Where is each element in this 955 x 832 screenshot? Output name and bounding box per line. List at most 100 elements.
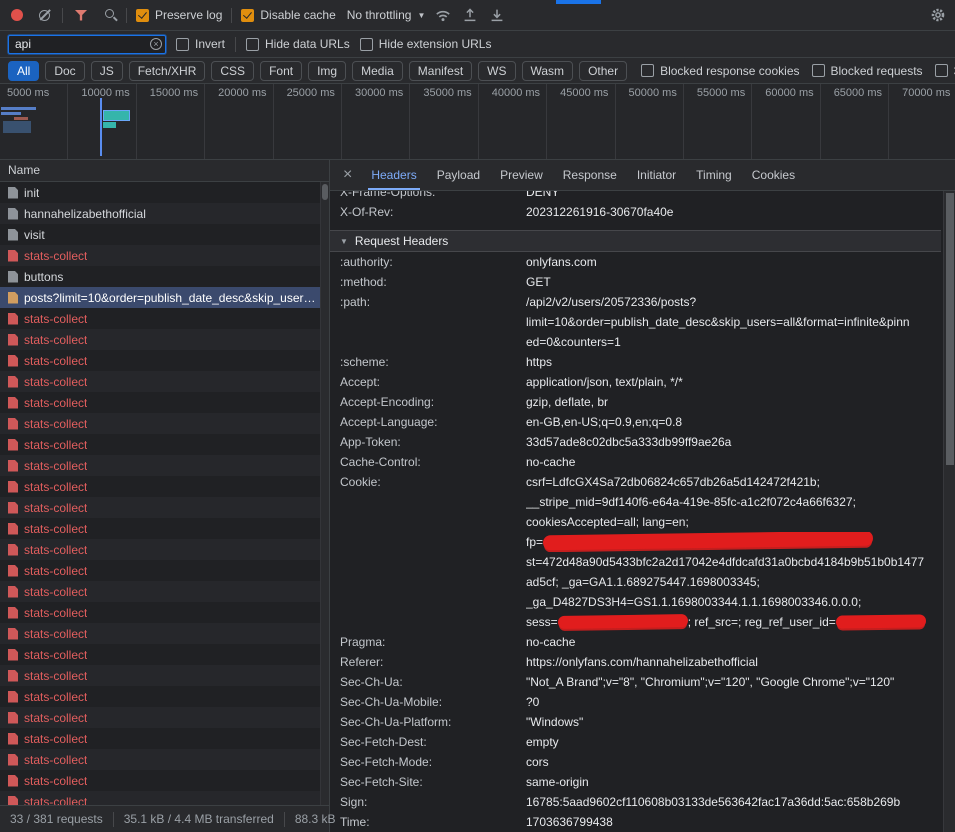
file-icon	[8, 292, 18, 304]
type-filter-manifest[interactable]: Manifest	[409, 61, 472, 81]
checkbox-unchecked-icon	[176, 38, 189, 51]
header-row: Sec-Ch-Ua-Platform:"Windows"	[330, 712, 941, 732]
hide-extension-urls-checkbox[interactable]: Hide extension URLs	[360, 37, 492, 51]
request-row[interactable]: stats-collect	[0, 623, 329, 644]
record-button[interactable]	[8, 6, 26, 24]
request-row[interactable]: stats-collect	[0, 665, 329, 686]
detail-scrollbar[interactable]	[943, 191, 955, 832]
header-row: Accept:application/json, text/plain, */*	[330, 372, 941, 392]
request-label: stats-collect	[24, 543, 87, 557]
hide-data-urls-checkbox[interactable]: Hide data URLs	[246, 37, 350, 51]
filter-button[interactable]	[72, 6, 90, 24]
search-button[interactable]	[99, 6, 117, 24]
header-name: Sec-Ch-Ua-Platform:	[340, 712, 526, 732]
header-row: Sec-Fetch-Site:same-origin	[330, 772, 941, 792]
request-row[interactable]: stats-collect	[0, 602, 329, 623]
request-row[interactable]: stats-collect	[0, 770, 329, 791]
type-filter-all[interactable]: All	[8, 61, 39, 81]
tab-response[interactable]: Response	[553, 160, 627, 190]
clear-filter-icon[interactable]: ×	[150, 38, 162, 50]
header-row: Sec-Fetch-Mode:cors	[330, 752, 941, 772]
file-icon	[8, 565, 18, 577]
request-row[interactable]: stats-collect	[0, 392, 329, 413]
request-row[interactable]: stats-collect	[0, 644, 329, 665]
file-icon	[8, 733, 18, 745]
request-label: stats-collect	[24, 522, 87, 536]
type-filter-chips: All Doc JS Fetch/XHRCSS Font Img Media Manifest…	[8, 61, 627, 81]
request-list-scrollbar[interactable]	[320, 182, 329, 805]
request-row[interactable]: stats-collect	[0, 686, 329, 707]
preserve-log-checkbox[interactable]: Preserve log	[136, 8, 222, 22]
request-row[interactable]: stats-collect	[0, 308, 329, 329]
tab-preview[interactable]: Preview	[490, 160, 553, 190]
request-headers-section[interactable]: ▼Request Headers	[330, 230, 941, 252]
request-row[interactable]: stats-collect	[0, 245, 329, 266]
request-row[interactable]: hannahelizabethofficial	[0, 203, 329, 224]
request-row[interactable]: posts?limit=10&order=publish_date_desc&s…	[0, 287, 329, 308]
header-value-line: csrf=LdfcGX4Sa72db06824c657db26a5d142472…	[526, 472, 941, 492]
request-row[interactable]: buttons	[0, 266, 329, 287]
tab-cookies[interactable]: Cookies	[742, 160, 805, 190]
type-filter-ws[interactable]: WS	[478, 61, 515, 81]
type-filter-font[interactable]: Font	[260, 61, 302, 81]
request-row[interactable]: stats-collect	[0, 707, 329, 728]
checkbox-checked-icon	[136, 9, 149, 22]
scrollbar-thumb[interactable]	[322, 184, 328, 200]
export-har-button[interactable]	[488, 6, 506, 24]
import-har-button[interactable]	[461, 6, 479, 24]
request-row[interactable]: stats-collect	[0, 434, 329, 455]
request-label: visit	[24, 228, 45, 242]
request-row[interactable]: stats-collect	[0, 518, 329, 539]
request-row[interactable]: visit	[0, 224, 329, 245]
request-row[interactable]: stats-collect	[0, 329, 329, 350]
request-row[interactable]: init	[0, 182, 329, 203]
header-row: Cookie:csrf=LdfcGX4Sa72db06824c657db26a5…	[330, 472, 941, 632]
file-icon	[8, 628, 18, 640]
type-filter-wasm[interactable]: Wasm	[522, 61, 574, 81]
header-name: :scheme:	[340, 352, 526, 372]
checkbox-3rd-party-requests[interactable]: 3rd-party requests	[935, 64, 955, 78]
request-label: stats-collect	[24, 417, 87, 431]
type-filter-js[interactable]: JS	[91, 61, 123, 81]
tab-timing[interactable]: Timing	[686, 160, 742, 190]
request-row[interactable]: stats-collect	[0, 413, 329, 434]
name-column-header[interactable]: Name	[0, 160, 329, 182]
request-row[interactable]: stats-collect	[0, 749, 329, 770]
invert-checkbox[interactable]: Invert	[176, 37, 225, 51]
filter-input[interactable]	[8, 35, 166, 54]
checkbox-blocked-requests[interactable]: Blocked requests	[812, 64, 923, 78]
waterfall-overview[interactable]: 5000 ms10000 ms15000 ms20000 ms25000 ms3…	[0, 84, 955, 160]
throttling-dropdown[interactable]: No throttling ▼	[347, 8, 426, 22]
type-filter-other[interactable]: Other	[579, 61, 627, 81]
checkbox-blocked-response-cookies[interactable]: Blocked response cookies	[641, 64, 799, 78]
request-row[interactable]: stats-collect	[0, 581, 329, 602]
request-row[interactable]: stats-collect	[0, 371, 329, 392]
request-row[interactable]: stats-collect	[0, 539, 329, 560]
request-row[interactable]: stats-collect	[0, 560, 329, 581]
request-row[interactable]: stats-collect	[0, 350, 329, 371]
request-row[interactable]: stats-collect	[0, 476, 329, 497]
type-filter-fetch-xhr[interactable]: Fetch/XHR	[129, 61, 206, 81]
settings-button[interactable]	[929, 6, 947, 24]
request-row[interactable]: stats-collect	[0, 791, 329, 805]
type-filter-img[interactable]: Img	[308, 61, 346, 81]
header-row: Accept-Language:en-GB,en-US;q=0.9,en;q=0…	[330, 412, 941, 432]
close-icon[interactable]: ×	[334, 166, 361, 184]
request-row[interactable]: stats-collect	[0, 497, 329, 518]
requests-count: 33 / 381 requests	[0, 812, 114, 827]
scrollbar-thumb[interactable]	[946, 193, 954, 465]
request-row[interactable]: stats-collect	[0, 728, 329, 749]
type-filter-doc[interactable]: Doc	[45, 61, 84, 81]
type-filter-css[interactable]: CSS	[211, 61, 254, 81]
clear-network-log-button[interactable]	[35, 6, 53, 24]
file-icon	[8, 670, 18, 682]
type-filter-media[interactable]: Media	[352, 61, 403, 81]
request-row[interactable]: stats-collect	[0, 455, 329, 476]
file-icon	[8, 187, 18, 199]
disable-cache-checkbox[interactable]: Disable cache	[241, 8, 335, 22]
header-row: Sec-Ch-Ua:"Not_A Brand";v="8", "Chromium…	[330, 672, 941, 692]
network-conditions-button[interactable]	[434, 6, 452, 24]
tab-headers[interactable]: Headers	[361, 160, 426, 190]
tab-initiator[interactable]: Initiator	[627, 160, 686, 190]
tab-payload[interactable]: Payload	[427, 160, 490, 190]
